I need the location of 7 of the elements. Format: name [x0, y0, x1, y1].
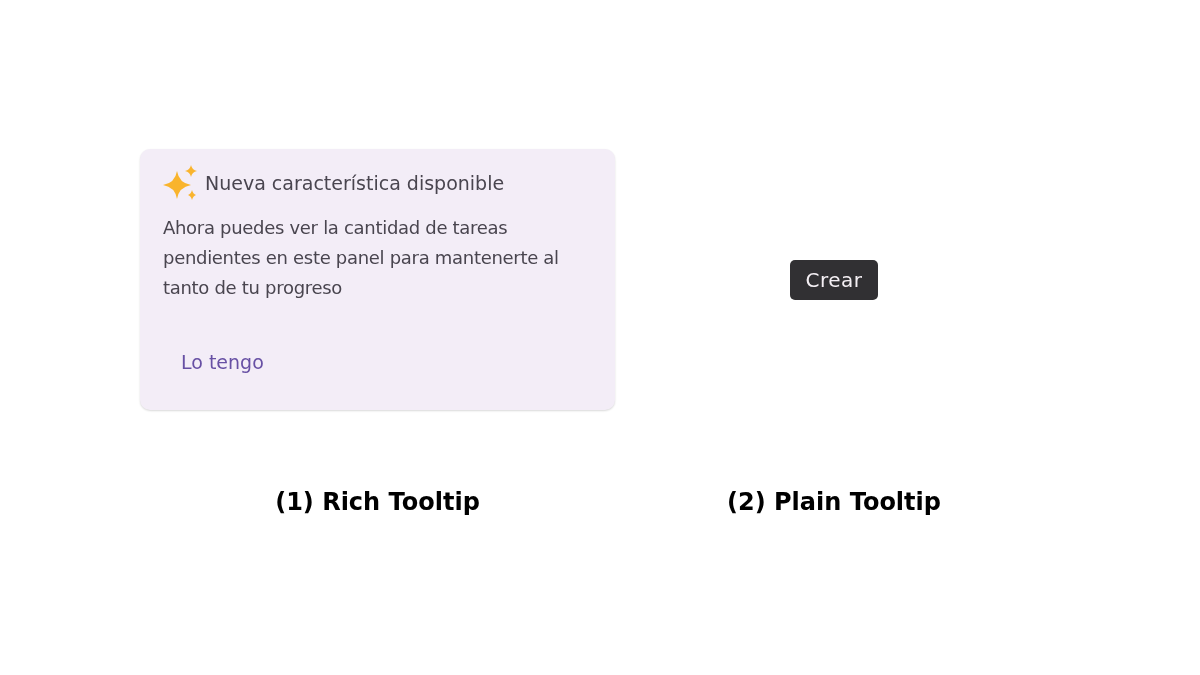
- caption: (2) Plain Tooltip: [726, 488, 942, 516]
- tooltip-body: Ahora puedes ver la cantidad de tareas pendientes en este panel para mantenerte al tanto de tu progreso: [163, 216, 560, 300]
- got-it-button[interactable]: Lo tengo: [163, 343, 282, 381]
- plain-tooltip: Crear: [790, 259, 878, 300]
- tooltip-title: Nueva característica disponible: [205, 172, 505, 194]
- caption: (1) Rich Tooltip: [274, 488, 481, 516]
- sparkle-icon: [163, 165, 199, 201]
